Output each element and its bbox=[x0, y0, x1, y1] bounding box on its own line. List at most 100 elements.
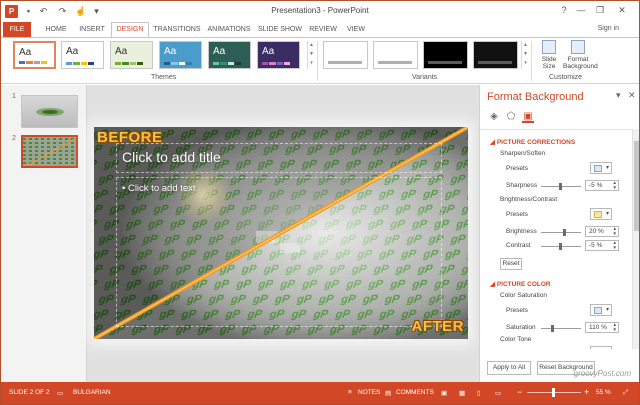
contrast-value: -5 % bbox=[589, 242, 603, 249]
sharpness-slider-knob[interactable] bbox=[559, 183, 562, 190]
theme-2[interactable]: Aa bbox=[61, 41, 104, 69]
tab-design[interactable]: DESIGN bbox=[111, 22, 149, 37]
spin-arrows-icon[interactable]: ▲ ▼ bbox=[613, 322, 617, 332]
zoom-slider-knob[interactable] bbox=[552, 388, 555, 397]
normal-view-icon[interactable]: ▣ bbox=[441, 389, 447, 397]
slide-canvas[interactable]: gP bbox=[94, 127, 468, 339]
group-divider bbox=[531, 41, 532, 81]
tab-home[interactable]: HOME bbox=[41, 22, 71, 37]
variant-3[interactable] bbox=[423, 41, 468, 69]
variant-accent-bar bbox=[478, 61, 512, 64]
variant-1[interactable] bbox=[323, 41, 368, 69]
picture-corrections-header[interactable]: ◢ PICTURE CORRECTIONS bbox=[490, 138, 575, 146]
tab-insert[interactable]: INSERT bbox=[77, 22, 107, 37]
theme-6[interactable]: Aa bbox=[257, 41, 300, 69]
after-label: AFTER bbox=[411, 318, 464, 335]
tab-slide-show[interactable]: SLIDE SHOW bbox=[257, 22, 303, 37]
close-icon[interactable]: ✕ bbox=[615, 4, 629, 17]
slide-size-button[interactable]: Slide Size bbox=[535, 40, 563, 73]
zoom-out-button[interactable]: − bbox=[517, 387, 522, 397]
sharpness-spinner[interactable]: -5 % ▲ ▼ bbox=[585, 180, 619, 191]
variant-2[interactable] bbox=[373, 41, 418, 69]
preset-icon bbox=[594, 307, 602, 314]
theme-1[interactable]: Aa bbox=[13, 41, 56, 69]
slide-show-icon[interactable]: ▭ bbox=[495, 389, 501, 397]
themes-scroll[interactable]: ▲ ▼ ▾ bbox=[307, 41, 315, 69]
saturation-spinner[interactable]: 110 % ▲ ▼ bbox=[585, 322, 619, 333]
picture-icon[interactable]: ▣ bbox=[522, 111, 534, 123]
sharpness-value: -5 % bbox=[589, 182, 603, 189]
theme-4[interactable]: Aa bbox=[159, 41, 202, 69]
tab-transitions[interactable]: TRANSITIONS bbox=[153, 22, 201, 37]
editing-area: 1 2 Click to add title • Click to add te… bbox=[1, 85, 639, 382]
reset-corrections-button[interactable]: Reset bbox=[500, 258, 522, 270]
saturation-slider[interactable] bbox=[541, 325, 581, 332]
theme-sample-text: Aa bbox=[213, 46, 226, 57]
brightness-label: Brightness bbox=[506, 228, 537, 235]
saturation-presets-button[interactable]: ▾ bbox=[590, 304, 612, 316]
language-indicator[interactable]: BULGARIAN bbox=[73, 389, 111, 396]
tab-view[interactable]: VIEW bbox=[343, 22, 369, 37]
tone-presets-button[interactable]: ▾ bbox=[590, 346, 612, 349]
theme-3[interactable]: Aa bbox=[110, 41, 153, 69]
contrast-slider[interactable] bbox=[541, 243, 581, 250]
sharpen-presets-button[interactable]: ▾ bbox=[590, 162, 612, 174]
body-placeholder-text[interactable]: • Click to add text bbox=[122, 183, 196, 194]
format-background-label: Format Background bbox=[563, 56, 598, 70]
fill-bucket-icon[interactable]: ◈ bbox=[488, 111, 500, 123]
format-background-button[interactable]: Format Background bbox=[563, 40, 598, 73]
ribbon-tabs: FILE HOME INSERT DESIGN TRANSITIONS ANIM… bbox=[1, 22, 639, 37]
tab-animations[interactable]: ANIMATIONS bbox=[205, 22, 253, 37]
notes-button[interactable]: NOTES bbox=[358, 389, 380, 396]
slide-number-2: 2 bbox=[12, 135, 16, 142]
title-placeholder-text[interactable]: Click to add title bbox=[122, 149, 221, 165]
slide-sorter-icon[interactable]: ▦ bbox=[459, 389, 465, 397]
dropdown-arrow-icon: ▾ bbox=[605, 165, 609, 171]
variants-scroll[interactable]: ▲ ▼ ▾ bbox=[521, 41, 529, 69]
spellcheck-icon[interactable]: ▭ bbox=[57, 389, 63, 397]
spin-arrows-icon[interactable]: ▲ ▼ bbox=[613, 240, 617, 250]
contrast-slider-knob[interactable] bbox=[559, 243, 562, 250]
fit-to-window-icon[interactable]: ⤢ bbox=[623, 389, 628, 397]
minimize-icon[interactable]: — bbox=[574, 4, 588, 17]
spin-arrows-icon[interactable]: ▲ ▼ bbox=[613, 226, 617, 236]
brightness-presets-button[interactable]: ▾ bbox=[590, 208, 612, 220]
effects-pentagon-icon[interactable]: ⬠ bbox=[505, 111, 517, 123]
theme-5[interactable]: Aa bbox=[208, 41, 251, 69]
pane-scrollbar[interactable] bbox=[632, 129, 639, 349]
slide-thumbnail-2[interactable] bbox=[21, 135, 78, 168]
comments-button[interactable]: COMMENTS bbox=[396, 389, 434, 396]
contrast-label: Contrast bbox=[506, 242, 531, 249]
body-placeholder[interactable] bbox=[116, 177, 442, 327]
theme-color-bars bbox=[213, 62, 241, 65]
sign-in-link[interactable]: Sign in bbox=[598, 25, 619, 32]
sharpness-slider[interactable] bbox=[541, 183, 581, 190]
format-background-pane: Format Background ▾ ✕ ◈ ⬠ ▣ ◢ PICTURE CO… bbox=[479, 85, 639, 382]
pane-body: ◢ PICTURE CORRECTIONS Sharpen/Soften Pre… bbox=[480, 129, 632, 349]
comments-icon[interactable]: ▤ bbox=[385, 389, 391, 397]
saturation-slider-knob[interactable] bbox=[551, 325, 554, 332]
notes-icon[interactable]: ≡ bbox=[348, 389, 352, 396]
help-icon[interactable]: ? bbox=[557, 4, 571, 17]
theme-sample-text: Aa bbox=[164, 46, 177, 57]
pane-options-icon[interactable]: ▾ bbox=[616, 90, 621, 101]
reading-view-icon[interactable]: ▯ bbox=[477, 389, 481, 397]
pane-scrollbar-thumb[interactable] bbox=[634, 141, 639, 231]
tab-review[interactable]: REVIEW bbox=[307, 22, 339, 37]
tab-file[interactable]: FILE bbox=[3, 22, 31, 37]
zoom-in-button[interactable]: + bbox=[584, 387, 589, 397]
pane-close-icon[interactable]: ✕ bbox=[628, 90, 636, 101]
contrast-spinner[interactable]: -5 % ▲ ▼ bbox=[585, 240, 619, 251]
brightness-spinner[interactable]: 20 % ▲ ▼ bbox=[585, 226, 619, 237]
restore-icon[interactable]: ❐ bbox=[593, 4, 607, 17]
apply-to-all-button[interactable]: Apply to All bbox=[487, 361, 531, 375]
preset-icon bbox=[594, 211, 602, 218]
variant-4[interactable] bbox=[473, 41, 518, 69]
variants-group-label: Variants bbox=[412, 74, 438, 81]
slide-thumbnail-1[interactable] bbox=[21, 95, 78, 128]
zoom-level[interactable]: 55 % bbox=[596, 389, 611, 396]
brightness-slider-knob[interactable] bbox=[563, 229, 566, 236]
spin-arrows-icon[interactable]: ▲ ▼ bbox=[613, 180, 617, 190]
brightness-slider[interactable] bbox=[541, 229, 581, 236]
picture-color-header[interactable]: ◢ PICTURE COLOR bbox=[490, 280, 551, 288]
